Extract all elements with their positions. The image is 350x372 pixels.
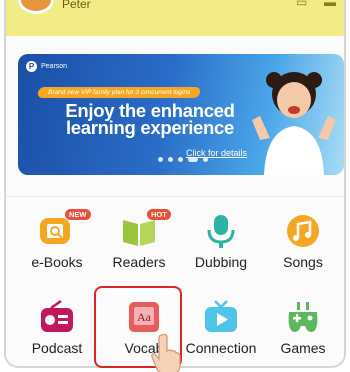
menu-item-label: Readers xyxy=(112,254,166,270)
book-open-icon: HOT xyxy=(119,209,171,250)
carousel-dot[interactable] xyxy=(168,157,173,162)
section-divider xyxy=(6,196,344,197)
menu-item-label: Connection xyxy=(185,340,257,356)
menu-item-dubbing[interactable]: Dubbing xyxy=(180,212,262,270)
user-name: Peter xyxy=(62,0,91,11)
menu-item-label: Games xyxy=(280,340,326,356)
avatar[interactable] xyxy=(18,0,54,14)
menu-item-connection[interactable]: Connection xyxy=(180,298,262,356)
promo-banner[interactable]: P Pearson Brand new VIP family plan for … xyxy=(18,54,344,175)
top-bar: Peter ▭ ▬ xyxy=(6,0,344,36)
music-note-icon xyxy=(283,212,323,250)
radio-icon xyxy=(37,298,77,336)
tv-play-icon xyxy=(201,298,241,336)
menu-item-label: e-Books xyxy=(31,254,83,270)
menu-item-songs[interactable]: Songs xyxy=(262,212,344,270)
brand: P Pearson xyxy=(26,61,67,72)
badge-hot: HOT xyxy=(147,209,171,220)
carousel-dot[interactable] xyxy=(158,157,163,162)
menu-icon[interactable]: ▬ xyxy=(324,0,340,8)
message-icon[interactable]: ▭ xyxy=(296,0,312,8)
gamepad-icon xyxy=(283,298,323,336)
carousel-dot[interactable] xyxy=(178,157,183,162)
pearson-logo-icon: P xyxy=(26,61,37,72)
menu-item-games[interactable]: Games xyxy=(262,298,344,356)
menu-item-podcast[interactable]: Podcast xyxy=(16,298,98,356)
child-photo-icon xyxy=(252,72,336,175)
ebook-icon: NEW xyxy=(37,209,91,250)
menu-item-ebooks[interactable]: NEW e-Books xyxy=(16,209,98,270)
promo-ribbon: Brand new VIP family plan for 3 concurre… xyxy=(37,87,202,98)
microphone-icon xyxy=(201,212,241,250)
badge-new: NEW xyxy=(65,209,91,220)
menu-item-readers[interactable]: HOT Readers xyxy=(98,209,180,270)
menu-item-label: Podcast xyxy=(31,340,83,356)
brand-name: Pearson xyxy=(41,63,68,70)
banner-cta-link[interactable]: Click for details xyxy=(186,148,247,158)
banner-headline: Enjoy the enhanced learning experience xyxy=(30,101,270,138)
menu-item-label: Songs xyxy=(283,254,323,270)
headline-line-2: learning experience xyxy=(65,117,235,138)
menu-item-label: Dubbing xyxy=(194,254,248,270)
pointing-hand-icon xyxy=(151,333,181,372)
